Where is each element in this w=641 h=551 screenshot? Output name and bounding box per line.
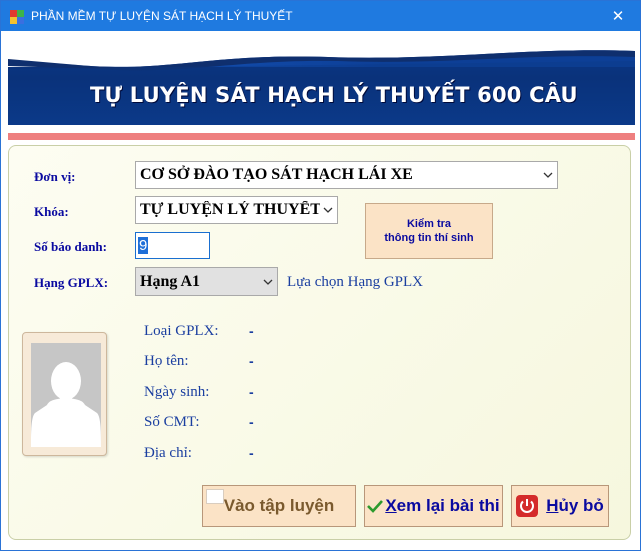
hang-gplx-value: Hạng A1	[140, 272, 201, 290]
header-banner: TỰ LUYỆN SÁT HẠCH LÝ THUYẾT 600 CÂU	[8, 39, 635, 125]
khoa-label: Khóa:	[34, 204, 69, 219]
khoa-value: TỰ LUYỆN LÝ THUYẾT	[140, 201, 320, 218]
avatar	[22, 332, 107, 456]
check-button-line2: thông tin thí sinh	[384, 232, 474, 244]
don-vi-label: Đơn vị:	[34, 169, 76, 184]
cancel-button[interactable]: Hủy bỏ	[511, 485, 609, 527]
ho-ten-value: -	[249, 353, 254, 369]
so-cmt-label: Số CMT:	[144, 414, 200, 430]
hang-gplx-hint: Lựa chọn Hạng GPLX	[287, 274, 424, 290]
avatar-placeholder-icon	[31, 343, 101, 447]
review-exam-label: em lại bài thi	[396, 496, 500, 515]
chevron-down-icon	[263, 279, 273, 285]
so-bao-danh-label: Số báo danh:	[34, 239, 107, 254]
ngay-sinh-value: -	[249, 384, 254, 400]
chevron-down-icon	[543, 172, 553, 178]
khoa-select[interactable]: TỰ LUYỆN LÝ THUYẾT	[135, 196, 338, 224]
hang-gplx-select[interactable]: Hạng A1	[135, 267, 278, 296]
cancel-label: ủy bỏ	[558, 496, 604, 515]
divider-line	[8, 133, 635, 140]
chevron-down-icon	[323, 207, 333, 213]
button-thumbnail-icon	[206, 489, 224, 504]
so-bao-danh-value: 9	[138, 237, 149, 254]
hang-gplx-label: Hạng GPLX:	[34, 275, 109, 290]
cancel-label-prefix: H	[546, 496, 559, 515]
loai-gplx-value: -	[249, 323, 254, 339]
start-training-button[interactable]: Vào tập luyện	[202, 485, 356, 527]
dia-chi-value: -	[249, 445, 254, 461]
banner-title: TỰ LUYỆN SÁT HẠCH LÝ THUYẾT 600 CÂU	[90, 83, 578, 107]
power-icon	[516, 495, 539, 517]
ngay-sinh-label: Ngày sinh:	[144, 384, 210, 400]
title-bar[interactable]: PHẦN MỀM TỰ LUYỆN SÁT HẠCH LÝ THUYẾT ✕	[1, 1, 640, 31]
window-title: PHẦN MỀM TỰ LUYỆN SÁT HẠCH LÝ THUYẾT	[31, 9, 293, 23]
check-button-line1: Kiểm tra	[406, 218, 452, 230]
banner-wave-graphic	[8, 39, 635, 125]
review-exam-label-prefix: X	[385, 496, 397, 515]
so-cmt-value: -	[249, 414, 254, 430]
start-training-label: Vào tập luyện	[223, 496, 335, 515]
ho-ten-label: Họ tên:	[144, 353, 189, 369]
don-vi-select[interactable]: CƠ SỞ ĐÀO TẠO SÁT HẠCH LÁI XE	[135, 161, 558, 189]
app-window: PHẦN MỀM TỰ LUYỆN SÁT HẠCH LÝ THUYẾT ✕ T…	[0, 0, 641, 551]
close-icon: ✕	[611, 8, 625, 25]
so-bao-danh-input[interactable]: 9	[135, 232, 210, 259]
check-candidate-button[interactable]: Kiểm tra thông tin thí sinh	[365, 203, 493, 259]
app-icon	[10, 10, 24, 24]
close-button[interactable]: ✕	[596, 1, 640, 31]
don-vi-value: CƠ SỞ ĐÀO TẠO SÁT HẠCH LÁI XE	[140, 166, 413, 183]
dia-chi-label: Địa chỉ:	[144, 445, 192, 461]
checkmark-icon	[367, 500, 384, 513]
loai-gplx-label: Loại GPLX:	[144, 323, 219, 339]
review-exam-button[interactable]: Xem lại bài thi	[364, 485, 503, 527]
